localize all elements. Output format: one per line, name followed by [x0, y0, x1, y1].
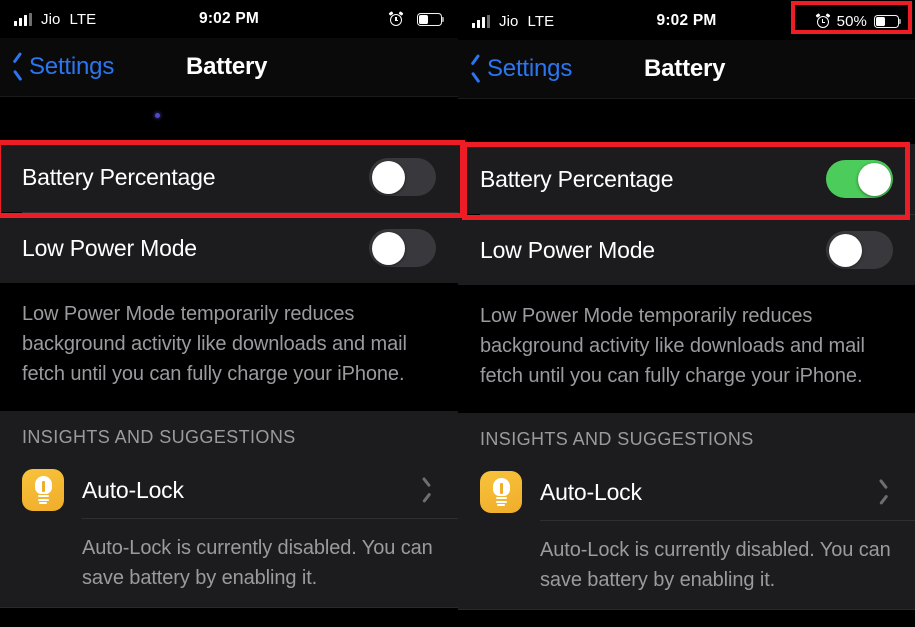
insights-section-header: INSIGHTS AND SUGGESTIONS [22, 427, 296, 447]
battery-icon [417, 12, 444, 26]
toggle-knob [371, 231, 405, 265]
low-power-mode-row[interactable]: Low Power Mode [0, 213, 458, 283]
status-bar-after: Jio LTE 9:02 PM 50% [458, 2, 915, 40]
battery-percentage-label: 50% [836, 12, 867, 30]
back-button[interactable]: Settings [470, 40, 572, 98]
battery-percentage-row[interactable]: Battery Percentage [458, 144, 915, 214]
chevron-left-icon [470, 58, 483, 80]
battery-percentage-row[interactable]: Battery Percentage [0, 142, 458, 212]
nav-bar-before: Settings Battery [0, 38, 458, 96]
comparison-screenshot: Jio LTE 9:02 PM Settings Battery Battery… [0, 0, 915, 627]
nav-bar-after: Settings Battery [458, 40, 915, 98]
status-bar-right-group [388, 0, 444, 38]
battery-percentage-row-label: Battery Percentage [480, 165, 674, 192]
alarm-clock-icon [388, 11, 404, 26]
lightbulb-icon [480, 471, 522, 513]
low-power-mode-toggle[interactable] [369, 229, 436, 267]
back-button-label: Settings [487, 55, 573, 82]
auto-lock-row[interactable]: Auto-Lock [458, 464, 915, 520]
status-bar-before: Jio LTE 9:02 PM [0, 0, 458, 38]
toggle-knob [371, 160, 405, 194]
back-button[interactable]: Settings [12, 38, 114, 96]
auto-lock-label: Auto-Lock [540, 478, 642, 505]
insights-section: INSIGHTS AND SUGGESTIONS Auto-Lock Auto-… [458, 413, 915, 627]
low-power-mode-toggle[interactable] [826, 231, 893, 269]
status-bar-right-group: 50% [815, 2, 901, 40]
low-power-mode-description: Low Power Mode temporarily reduces backg… [458, 285, 915, 413]
panel-before: Jio LTE 9:02 PM Settings Battery Battery… [0, 0, 458, 627]
clock-label: 9:02 PM [656, 12, 717, 29]
chevron-right-icon [877, 482, 889, 502]
back-button-label: Settings [29, 53, 115, 80]
insights-section-header: INSIGHTS AND SUGGESTIONS [480, 429, 754, 449]
content-gap [458, 99, 915, 144]
chevron-right-icon [420, 480, 432, 500]
bottom-spacer [0, 608, 458, 627]
insights-section: INSIGHTS AND SUGGESTIONS Auto-Lock Auto-… [0, 411, 458, 627]
auto-lock-row[interactable]: Auto-Lock [0, 462, 458, 518]
page-title: Battery [644, 55, 726, 82]
low-power-mode-row-label: Low Power Mode [22, 234, 197, 261]
page-title: Battery [186, 53, 268, 80]
battery-percentage-toggle[interactable] [369, 158, 436, 196]
toggle-knob [828, 233, 862, 267]
panel-after: Jio LTE 9:02 PM 50% Settings Battery Bat… [458, 0, 915, 627]
alarm-clock-icon [815, 13, 831, 28]
chevron-left-icon [12, 56, 25, 78]
bottom-spacer [458, 610, 915, 627]
content-gap [0, 97, 458, 142]
cursor-dot-indicator [155, 113, 160, 118]
auto-lock-description: Auto-Lock is currently disabled. You can… [540, 539, 891, 591]
lightbulb-icon [22, 469, 64, 511]
auto-lock-label: Auto-Lock [82, 476, 184, 503]
battery-percentage-toggle[interactable] [826, 160, 893, 198]
low-power-mode-row-label: Low Power Mode [480, 236, 655, 263]
clock-label: 9:02 PM [199, 10, 259, 27]
low-power-mode-row[interactable]: Low Power Mode [458, 215, 915, 285]
low-power-mode-description: Low Power Mode temporarily reduces backg… [0, 283, 458, 411]
battery-percentage-row-label: Battery Percentage [22, 163, 216, 190]
toggle-knob [857, 162, 891, 196]
auto-lock-description: Auto-Lock is currently disabled. You can… [82, 537, 433, 589]
battery-icon [874, 14, 901, 28]
